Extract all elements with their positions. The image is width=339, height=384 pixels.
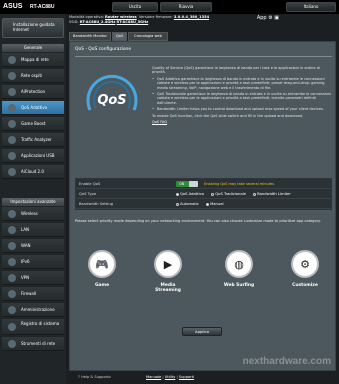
guest-icon [8,72,16,80]
traffic-icon [8,136,16,144]
tab-bandwidth-monitor[interactable]: Bandwidth Monitor [69,32,111,41]
apply-button[interactable]: Applica [182,327,222,336]
radio-traditional-qos[interactable]: QoS Tradizionale [211,192,246,196]
qos-warning: Enabling QoS may take several minutes [204,182,274,186]
sidebar-item-system-log[interactable]: Registro di sistema [2,319,64,335]
lan-icon [8,226,16,234]
sidebar-item-wireless[interactable]: Wireless [2,207,64,221]
qos-type-row: QoS Type QoS Adattivo QoS Tradizionale B… [76,189,331,199]
sidebar-item-aiprotection[interactable]: AiProtection [2,85,64,99]
mode-game[interactable]: 🎮 Game [82,250,122,288]
tab-web-history[interactable]: Cronologia web [128,32,168,41]
network-icon[interactable]: ▣ [274,15,279,21]
settings-icon: ⚙ [300,258,310,271]
game-icon [8,120,16,128]
utility-link[interactable]: Utility [165,375,176,379]
sidebar-item-wan[interactable]: WAN [2,239,64,253]
support-link[interactable]: Supporti [179,375,194,379]
sidebar-item-game-boost[interactable]: Game Boost [2,117,64,131]
model-name: RT-AC88U [30,4,55,10]
watermark: nexthardware.com [242,356,331,367]
wan-icon [8,242,16,250]
sidebar-item-firewall[interactable]: Firewall [2,287,64,301]
asus-logo: ASUS [3,3,23,10]
page-title: QoS - QoS configurazione [75,47,132,52]
tools-icon [8,340,16,348]
ssid-5[interactable]: RT-AC88U_5GHz [117,20,149,24]
app-label[interactable]: App [257,15,267,21]
sidebar-item-aicloud[interactable]: AiCloud 2.0 [2,165,64,179]
qos-toggle[interactable]: ON [176,181,198,187]
globe-icon: ◍ [234,258,244,271]
bandwidth-setting-row: Bandwidth Setting Automatic Manual [76,199,331,209]
vpn-icon [8,274,16,282]
sidebar-item-traffic-analyzer[interactable]: Traffic Analyzer [2,133,64,147]
sidebar-item-guest-network[interactable]: Rete ospiti [2,69,64,83]
general-header: Generale [2,44,64,52]
shield-icon [8,88,16,96]
usb-icon [8,152,16,160]
radio-adaptive-qos[interactable]: QoS Adattivo [176,192,204,196]
mode-web-surfing[interactable]: ◍ Web Surfing [219,250,259,288]
sidebar-item-network-map[interactable]: Mappa di rete [2,53,64,67]
help-support: ? Help & Supporto [78,375,111,379]
priority-prompt: Please select priority mode depending on… [75,219,321,223]
usb-icon[interactable]: ⚙ [268,15,272,21]
language-select[interactable]: Italiano [286,2,336,12]
radio-manual[interactable]: Manual [206,202,224,206]
log-icon [8,323,16,331]
firewall-icon [8,290,16,298]
footer: ? Help & Supporto Manuale | Utility | Su… [66,371,339,384]
sidebar-item-ipv6[interactable]: IPv6 [2,255,64,269]
svg-text:QoS: QoS [97,93,126,108]
top-bar: ASUS RT-AC88U Uscita Riavvia Italiano [0,0,339,14]
manual-link[interactable]: Manuale [146,375,161,379]
sidebar: Installazione guidata Internet Generale … [0,14,66,384]
enable-qos-row: Enable QoS ON Enabling QoS may take seve… [76,179,331,189]
quick-setup-button[interactable]: Installazione guidata Internet [2,18,64,38]
status-icons: App ⚙ ▣ [257,15,279,21]
tab-qos[interactable]: QoS [112,32,127,41]
gamepad-icon: 🎮 [95,258,109,271]
ssid-24[interactable]: RT-AC88U_2.4GHz [80,20,116,24]
sidebar-item-lan[interactable]: LAN [2,223,64,237]
mode-media-streaming[interactable]: ▶ Media Streaming [148,250,188,293]
sidebar-item-vpn[interactable]: VPN [2,271,64,285]
sidebar-item-usb-apps[interactable]: Applicazioni USB [2,149,64,163]
sidebar-item-administration[interactable]: Amministrazione [2,303,64,317]
status-info: Modalità operativa: Router wireless Vers… [69,15,210,24]
qos-logo-icon: QoS [86,74,138,111]
ipv6-icon [8,258,16,266]
radio-automatic[interactable]: Automatic [176,202,199,206]
op-mode-link[interactable]: Router wireless [105,15,137,19]
reboot-button[interactable]: Riavvia [160,2,212,12]
network-map-icon [8,56,16,64]
main-panel: QoS - QoS configurazione QoS Quality of … [69,41,336,371]
radio-bandwidth-limiter[interactable]: Bandwidth Limiter [253,192,291,196]
cloud-icon [8,168,16,176]
qos-icon [8,104,16,112]
wireless-icon [8,210,16,218]
firmware-link[interactable]: 3.0.0.4_380_1354 [174,15,209,19]
divider [75,56,332,57]
admin-icon [8,306,16,314]
qos-description: Quality of Service (QoS) garantisce la l… [152,66,332,126]
sidebar-item-adaptive-qos[interactable]: QoS Adattivo [2,101,64,115]
mode-customize[interactable]: ⚙ Customize [285,250,325,288]
logout-button[interactable]: Uscita [112,2,158,12]
qos-settings-table: Enable QoS ON Enabling QoS may take seve… [75,178,332,210]
sidebar-item-network-tools[interactable]: Strumenti di rete [2,337,64,351]
advanced-header: Impostazioni avanzate [2,198,64,206]
qos-faq-link[interactable]: QoS FAQ [152,120,332,124]
film-icon: ▶ [163,258,173,271]
